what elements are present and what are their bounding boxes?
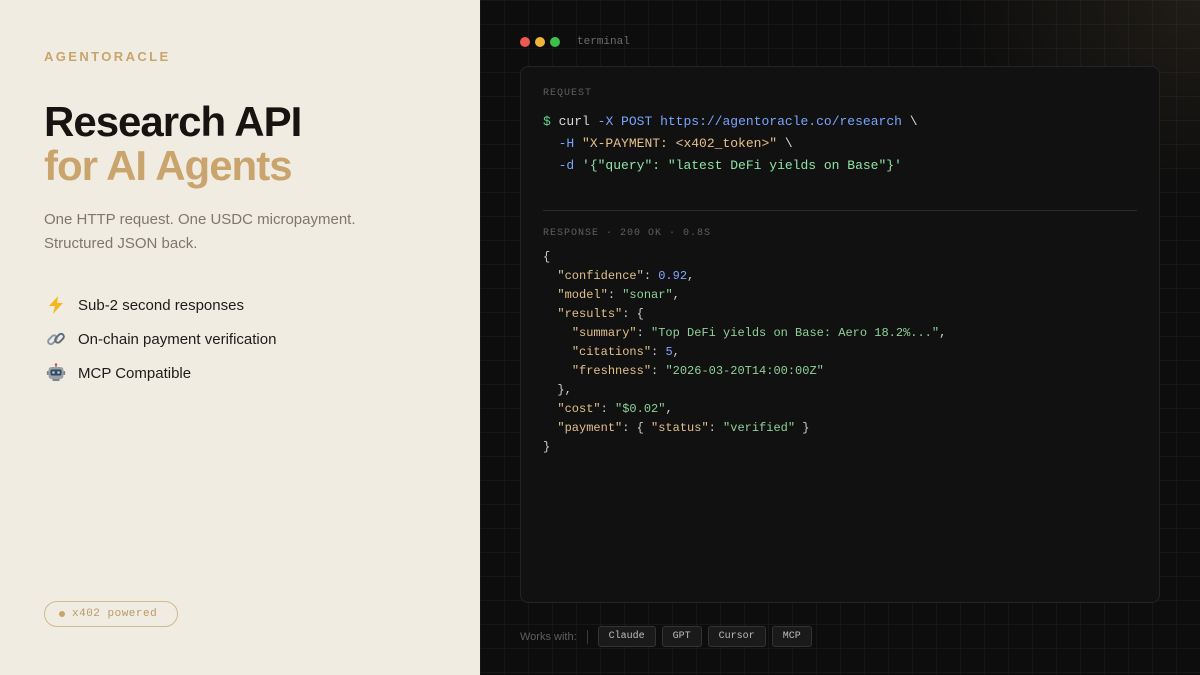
json-string: "Top DeFi yields on Base: Aero 18.2%..."	[651, 326, 940, 340]
response-code: { "confidence": 0.92, "model": "sonar", …	[543, 250, 947, 454]
request-code: $ curl -X POST https://agentoracle.co/re…	[543, 111, 918, 177]
json-key: "model"	[557, 288, 608, 302]
works-with-separator	[586, 629, 588, 644]
robot-icon	[44, 361, 68, 385]
json-key: "cost"	[557, 402, 601, 416]
feature-label: On-chain payment verification	[78, 330, 277, 348]
feature-item: Sub-2 second responses	[44, 288, 464, 322]
feature-list: Sub-2 second responses On-chain payment …	[44, 288, 464, 390]
tag-mcp[interactable]: MCP	[771, 626, 812, 647]
lightning-icon	[44, 293, 68, 317]
json-key: "status"	[651, 421, 709, 435]
tag-gpt[interactable]: GPT	[661, 626, 702, 647]
json-key: "results"	[557, 307, 623, 321]
json-key: "summary"	[571, 326, 637, 340]
close-dot-icon	[520, 37, 530, 47]
terminal-section: terminal REQUEST $ curl -X POST https://…	[480, 0, 1200, 675]
response-label: RESPONSE · 200 OK · 0.8S	[543, 228, 712, 239]
request-url: https://agentoracle.co/research	[660, 114, 902, 129]
feature-label: Sub-2 second responses	[78, 296, 244, 314]
terminal-window: REQUEST $ curl -X POST https://agentorac…	[520, 66, 1160, 603]
method-flag: -X POST	[597, 114, 653, 129]
json-string: "verified"	[723, 421, 796, 435]
request-label: REQUEST	[543, 88, 593, 99]
maximize-dot-icon	[550, 37, 560, 47]
subtitle: One HTTP request. One USDC micropayment.…	[44, 208, 444, 256]
brand-name: AGENTORACLE	[44, 49, 171, 64]
badge-dot-icon	[59, 611, 65, 617]
json-number: 0.92	[658, 269, 688, 283]
header-flag: -H	[558, 136, 575, 151]
json-string: "sonar"	[622, 288, 673, 302]
json-key: "confidence"	[557, 269, 644, 283]
feature-label: MCP Compatible	[78, 364, 192, 382]
terminal-titlebar: terminal	[520, 36, 630, 48]
line-continuation: \	[784, 136, 793, 151]
link-icon	[44, 327, 68, 351]
works-with-label: Works with:	[520, 630, 577, 643]
curl-command: curl	[558, 114, 590, 129]
json-number: 5	[665, 345, 673, 359]
works-with-bar: Works with: Claude GPT Cursor MCP	[520, 626, 818, 647]
data-value: '{"query": "latest DeFi yields on Base"}…	[582, 158, 902, 173]
data-flag: -d	[558, 158, 575, 173]
tag-cursor[interactable]: Cursor	[707, 626, 766, 647]
feature-item: MCP Compatible	[44, 356, 464, 390]
feature-item: On-chain payment verification	[44, 322, 464, 356]
json-key: "citations"	[571, 345, 652, 359]
hero-panel: AGENTORACLE Research API for AI Agents O…	[0, 0, 480, 675]
page-title: Research API for AI Agents	[44, 100, 464, 188]
json-string: "$0.02"	[615, 402, 666, 416]
subtitle-line2: Structured JSON back.	[44, 235, 198, 252]
minimize-dot-icon	[535, 37, 545, 47]
section-divider	[543, 210, 1137, 211]
shell-prompt: $	[543, 114, 551, 129]
line-continuation: \	[909, 114, 918, 129]
json-key: "freshness"	[571, 364, 652, 378]
page-title-line1: Research API	[44, 98, 302, 145]
badge-label: x402 powered	[72, 608, 158, 620]
tag-claude[interactable]: Claude	[597, 626, 656, 647]
json-string: "2026-03-20T14:00:00Z"	[665, 364, 824, 378]
subtitle-line1: One HTTP request. One USDC micropayment.	[44, 211, 356, 228]
x402-badge: x402 powered	[44, 601, 178, 627]
header-value: "X-PAYMENT: <x402_token>"	[582, 136, 778, 151]
json-key: "payment"	[557, 421, 623, 435]
page-title-line2: for AI Agents	[44, 142, 293, 189]
terminal-title: terminal	[577, 36, 630, 48]
